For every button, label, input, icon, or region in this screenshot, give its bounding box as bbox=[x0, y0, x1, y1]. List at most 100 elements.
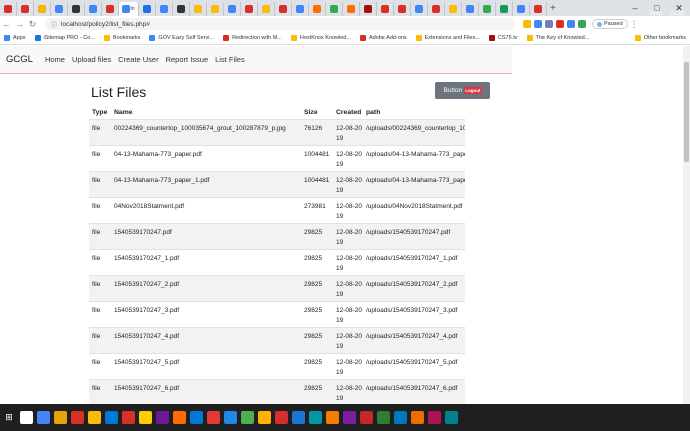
browser-tab[interactable] bbox=[377, 2, 394, 16]
browser-tab[interactable] bbox=[496, 2, 513, 16]
extension-icon[interactable] bbox=[534, 20, 542, 28]
forward-icon[interactable]: → bbox=[13, 19, 26, 29]
taskbar-app-icon[interactable] bbox=[156, 411, 169, 424]
browser-tab[interactable] bbox=[343, 2, 360, 16]
taskbar-app-icon[interactable] bbox=[411, 411, 424, 424]
extension-icon[interactable] bbox=[567, 20, 575, 28]
taskbar-app-icon[interactable] bbox=[241, 411, 254, 424]
bookmark-item[interactable]: Apps bbox=[4, 35, 26, 41]
taskbar-app-icon[interactable] bbox=[37, 411, 50, 424]
taskbar-app-icon[interactable] bbox=[139, 411, 152, 424]
browser-tab[interactable] bbox=[275, 2, 292, 16]
other-bookmarks[interactable]: Other bookmarks bbox=[634, 35, 686, 41]
table-row: file 1540539170247_3.pdf 29825 12-08-2019/u… bbox=[89, 300, 465, 327]
taskbar-app-icon[interactable] bbox=[445, 411, 458, 424]
nav-list-files[interactable]: List Files bbox=[215, 55, 245, 64]
bookmark-item[interactable]: The Key of Knowled... bbox=[526, 35, 589, 41]
taskbar-app-icon[interactable] bbox=[309, 411, 322, 424]
profile-paused-button[interactable]: Paused bbox=[592, 19, 628, 29]
bookmark-item[interactable]: Bookmarks bbox=[103, 35, 140, 41]
browser-tab[interactable] bbox=[156, 2, 173, 16]
browser-tab[interactable] bbox=[360, 2, 377, 16]
browser-tab[interactable] bbox=[292, 2, 309, 16]
back-icon[interactable]: ← bbox=[0, 19, 13, 29]
browser-tab[interactable] bbox=[428, 2, 445, 16]
bookmark-item[interactable]: Adobe Add-ons bbox=[359, 35, 407, 41]
browser-tab[interactable] bbox=[326, 2, 343, 16]
taskbar-app-icon[interactable] bbox=[105, 411, 118, 424]
bookmark-item[interactable]: iSitemap PRO - Co... bbox=[34, 35, 95, 41]
taskbar-app-icon[interactable] bbox=[224, 411, 237, 424]
clock[interactable]: 12:38 bbox=[669, 11, 684, 17]
browser-tab[interactable] bbox=[445, 2, 462, 16]
browser-tab[interactable] bbox=[34, 2, 51, 16]
browser-tab[interactable] bbox=[411, 2, 428, 16]
nav-home[interactable]: Home bbox=[45, 55, 65, 64]
browser-tab[interactable] bbox=[309, 2, 326, 16]
info-icon[interactable]: ⓘ bbox=[51, 20, 57, 29]
browser-tab[interactable] bbox=[139, 2, 156, 16]
star-icon[interactable] bbox=[523, 20, 531, 28]
nav-create-user[interactable]: Create User bbox=[118, 55, 158, 64]
site-brand[interactable]: GCGL bbox=[6, 54, 33, 65]
browser-tab[interactable] bbox=[102, 2, 119, 16]
browser-tab[interactable] bbox=[0, 2, 17, 16]
browser-tab[interactable]: In bbox=[119, 2, 139, 16]
browser-tab[interactable] bbox=[173, 2, 190, 16]
taskbar-app-icon[interactable] bbox=[190, 411, 203, 424]
taskbar-app-icon[interactable] bbox=[173, 411, 186, 424]
taskbar-app-icon[interactable] bbox=[394, 411, 407, 424]
browser-tab[interactable] bbox=[85, 2, 102, 16]
taskbar-app-icon[interactable] bbox=[88, 411, 101, 424]
browser-tab[interactable] bbox=[258, 2, 275, 16]
taskbar-app-icon[interactable] bbox=[360, 411, 373, 424]
taskbar-app-icon[interactable] bbox=[292, 411, 305, 424]
browser-tab[interactable] bbox=[241, 2, 258, 16]
bookmark-label: iSitemap PRO - Co... bbox=[43, 35, 95, 41]
bookmark-item[interactable]: Redirection with M... bbox=[223, 35, 282, 41]
taskbar-app-icon[interactable] bbox=[428, 411, 441, 424]
extension-icon[interactable] bbox=[545, 20, 553, 28]
taskbar-app-icon[interactable] bbox=[326, 411, 339, 424]
bookmark-item[interactable]: GOV Eazy Self Servi... bbox=[149, 35, 214, 41]
extension-icon[interactable] bbox=[556, 20, 564, 28]
taskbar-app-icon[interactable] bbox=[275, 411, 288, 424]
browser-tab[interactable] bbox=[462, 2, 479, 16]
taskbar-app-icon[interactable] bbox=[71, 411, 84, 424]
taskbar-app-icon[interactable] bbox=[54, 411, 67, 424]
reload-icon[interactable]: ↻ bbox=[26, 19, 39, 30]
browser-tab[interactable] bbox=[17, 2, 34, 16]
browser-tab[interactable] bbox=[530, 2, 547, 16]
browser-tab[interactable] bbox=[190, 2, 207, 16]
extension-icon[interactable] bbox=[578, 20, 586, 28]
taskbar-app-icon[interactable] bbox=[20, 411, 33, 424]
bookmark-item[interactable]: HostKnox Knowled... bbox=[290, 35, 351, 41]
scrollbar-thumb[interactable] bbox=[684, 62, 689, 162]
browser-tab[interactable] bbox=[479, 2, 496, 16]
taskbar-app-icon[interactable] bbox=[343, 411, 356, 424]
address-bar[interactable]: ⓘ localhost/policy2/list_files.php# bbox=[45, 18, 515, 30]
browser-tab[interactable] bbox=[394, 2, 411, 16]
nav-upload-files[interactable]: Upload files bbox=[72, 55, 111, 64]
browser-tab[interactable] bbox=[207, 2, 224, 16]
logout-badge[interactable]: Logout bbox=[464, 87, 482, 94]
nav-report-issue[interactable]: Report Issue bbox=[166, 55, 209, 64]
browser-tab[interactable] bbox=[513, 2, 530, 16]
taskbar-app-icon[interactable] bbox=[258, 411, 271, 424]
browser-tab[interactable] bbox=[68, 2, 85, 16]
logout-button[interactable]: Button Logout bbox=[435, 82, 490, 99]
url-text[interactable]: localhost/policy2/list_files.php# bbox=[61, 21, 150, 28]
minimize-button[interactable]: – bbox=[624, 0, 646, 16]
browser-tab[interactable] bbox=[51, 2, 68, 16]
taskbar-app-icon[interactable] bbox=[377, 411, 390, 424]
taskbar-app-icon[interactable] bbox=[207, 411, 220, 424]
page-scrollbar[interactable] bbox=[683, 46, 690, 404]
bookmark-item[interactable]: Extensions and Files... bbox=[415, 35, 480, 41]
language-indicator[interactable]: ENG bbox=[650, 11, 663, 17]
bookmark-item[interactable]: CS75.tv bbox=[488, 35, 518, 41]
new-tab-button[interactable]: + bbox=[550, 3, 556, 14]
menu-icon[interactable]: ⋮ bbox=[628, 19, 641, 30]
browser-tab[interactable] bbox=[224, 2, 241, 16]
windows-start-icon[interactable]: ⊞ bbox=[0, 404, 18, 431]
taskbar-app-icon[interactable] bbox=[122, 411, 135, 424]
